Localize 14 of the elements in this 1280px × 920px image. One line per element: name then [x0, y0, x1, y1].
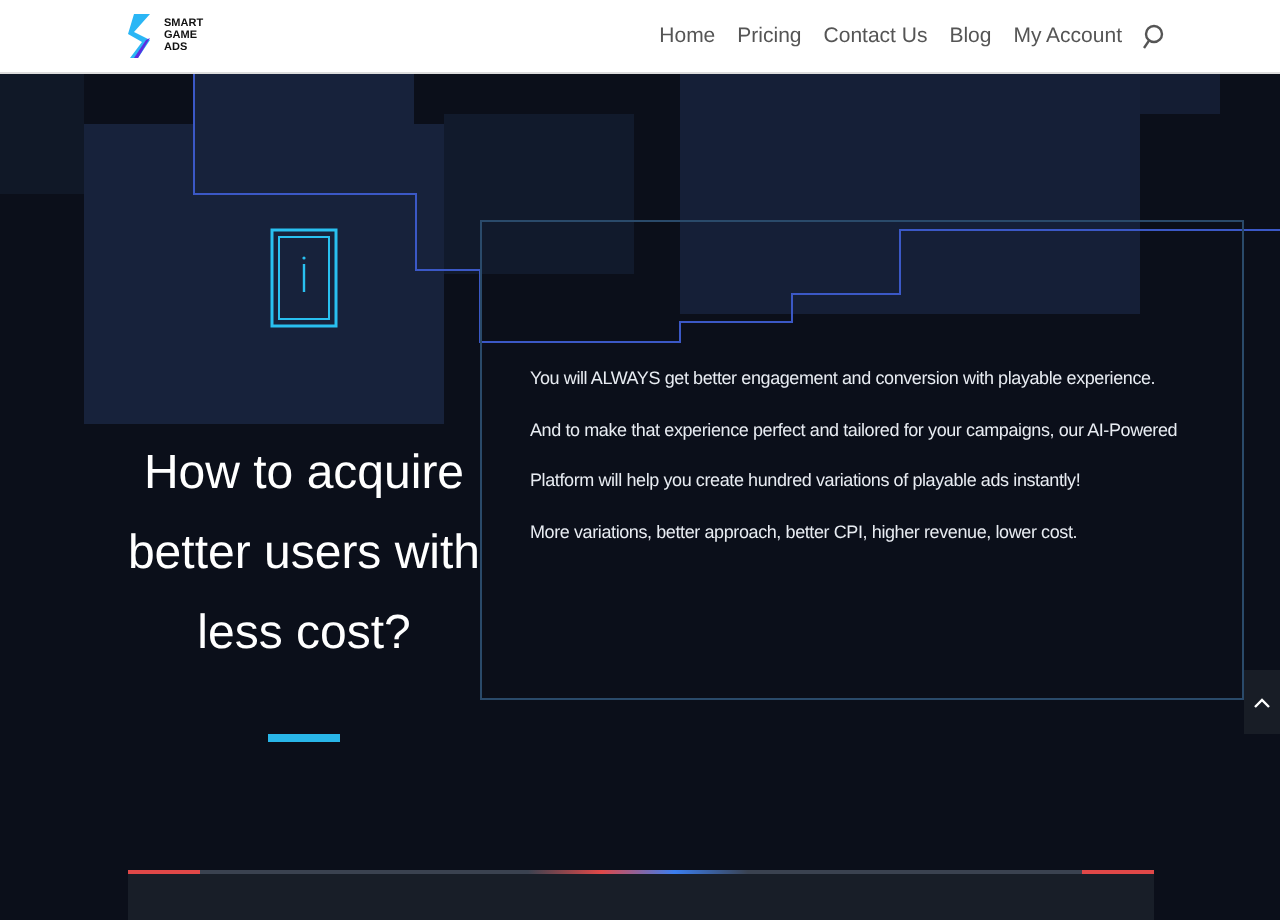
card-icon — [270, 228, 338, 328]
body-paragraph: And to make that experience perfect and tailored for your campaigns, our AI-Powered Platform will help you create hundred variations of playable ads instantly! — [530, 417, 1180, 494]
accent-bar — [268, 734, 340, 742]
body-paragraph: You will ALWAYS get better engagement and conversion with playable experience. — [530, 366, 1158, 392]
logo-icon[interactable] — [128, 14, 156, 58]
search-icon[interactable] — [1142, 23, 1164, 49]
nav-link[interactable]: Blog — [949, 24, 992, 48]
hero-heading: How to acquire better users with less cost? — [125, 444, 483, 664]
nav-link[interactable]: Home — [659, 24, 716, 48]
nav-link[interactable]: Pricing — [737, 24, 802, 48]
nav-link[interactable]: Contact Us — [823, 24, 928, 48]
body-paragraph: More variations, better approach, better CPI, higher revenue, lower cost. — [530, 519, 1080, 546]
chevron-up-icon — [1254, 697, 1270, 707]
nav-link[interactable]: My Account — [1013, 24, 1122, 48]
